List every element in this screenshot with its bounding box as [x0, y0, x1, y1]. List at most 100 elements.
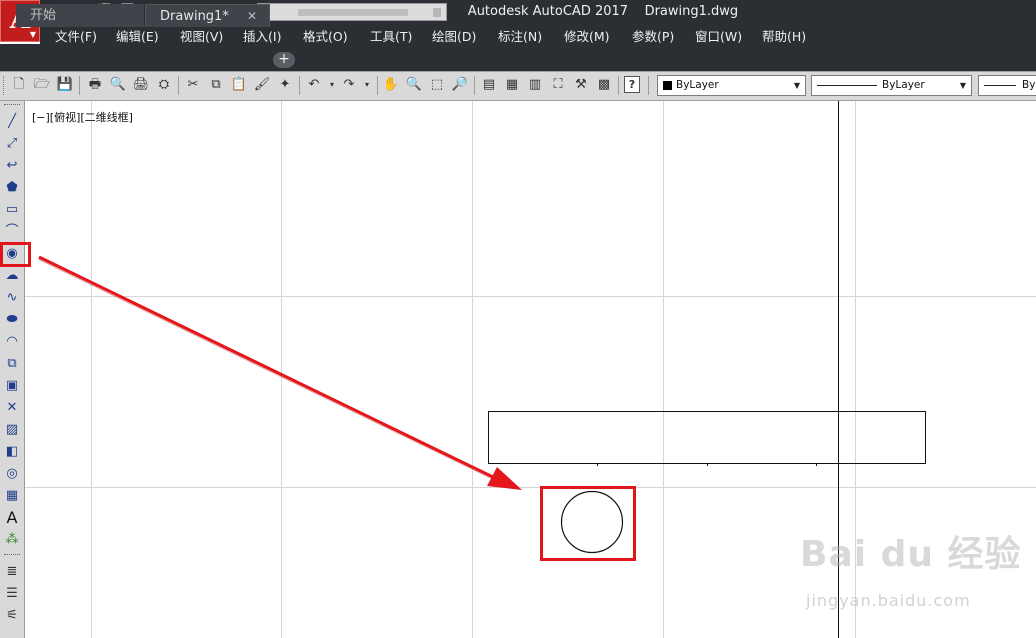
app-name: Autodesk AutoCAD 2017: [467, 4, 629, 19]
sheet-set-icon[interactable]: ⛶: [549, 76, 567, 94]
chevron-down-icon: ▼: [29, 29, 36, 39]
zoom-previous-icon[interactable]: 🔎: [451, 76, 469, 94]
pan-icon[interactable]: ✋: [382, 76, 400, 94]
annotation-arrow: [38, 255, 498, 481]
paste-icon[interactable]: 📋: [230, 76, 248, 94]
watermark-sub: jingyan.baidu.com: [806, 591, 971, 610]
toolbar-separator: [474, 76, 475, 95]
menu-dimension[interactable]: 标注(N): [498, 26, 542, 45]
close-icon[interactable]: ✕: [247, 5, 257, 28]
color-control-value: ByLayer: [676, 79, 719, 91]
chevron-down-icon: ▼: [793, 81, 801, 90]
open-icon[interactable]: 🗁: [33, 76, 51, 94]
watermark-main: Bai du 经验: [800, 534, 1022, 575]
markup-set-icon[interactable]: ⚒: [572, 76, 590, 94]
menu-view[interactable]: 视图(V): [180, 26, 223, 45]
spline-icon[interactable]: ∿: [3, 289, 21, 307]
menu-help[interactable]: 帮助(H): [762, 26, 806, 45]
line-icon[interactable]: ╱: [3, 113, 21, 131]
arrow-head: [487, 467, 522, 490]
3d-print-icon[interactable]: ⛭: [155, 76, 173, 94]
make-block-icon[interactable]: ▣: [3, 377, 21, 395]
point-icon[interactable]: ✕: [3, 399, 21, 417]
layer-icon[interactable]: ≣: [3, 563, 21, 581]
menu-modify[interactable]: 修改(M): [564, 26, 610, 45]
menu-window[interactable]: 窗口(W): [695, 26, 742, 45]
zoom-realtime-icon[interactable]: 🔍: [405, 76, 423, 94]
tool-palettes-icon[interactable]: ▥: [526, 76, 544, 94]
ellipse-icon[interactable]: ⬬: [3, 311, 21, 329]
add-selected-icon[interactable]: ⁂: [3, 531, 21, 549]
zoom-window-icon[interactable]: ⬚: [428, 76, 446, 94]
save-icon[interactable]: 💾: [56, 76, 74, 94]
qnew-icon[interactable]: 🗋: [10, 76, 28, 94]
viewport-controls[interactable]: [−][俯视][二维线框]: [32, 109, 133, 125]
toolbar-grip[interactable]: [4, 104, 20, 108]
menu-draw[interactable]: 绘图(D): [432, 26, 476, 45]
undo-dropdown-icon[interactable]: ▾: [323, 76, 341, 94]
ellipse-arc-icon[interactable]: ◠: [3, 333, 21, 351]
color-swatch: [663, 81, 672, 90]
chevron-down-icon: ▼: [959, 81, 967, 90]
layer-properties-icon[interactable]: ⚟: [3, 607, 21, 625]
drawn-rectangle: [488, 411, 926, 464]
properties-icon[interactable]: ▤: [480, 76, 498, 94]
document-name: Drawing1.dwg: [644, 4, 739, 19]
circle-highlight-box: [540, 486, 636, 561]
plot-preview-icon[interactable]: 🔍: [109, 76, 127, 94]
table-icon[interactable]: ▦: [3, 487, 21, 505]
redo-dropdown-icon[interactable]: ▾: [358, 76, 376, 94]
new-tab-button[interactable]: +: [273, 52, 295, 68]
polyline-icon[interactable]: ↩: [3, 157, 21, 175]
tab-start-label: 开始: [30, 8, 57, 23]
linetype-preview: [817, 85, 877, 86]
drawn-circle: [560, 490, 624, 554]
toolbar-separator: [377, 76, 378, 95]
menu-edit[interactable]: 编辑(E): [116, 26, 159, 45]
menu-tools[interactable]: 工具(T): [370, 26, 412, 45]
publish-icon[interactable]: 🖨: [132, 76, 150, 94]
plot-icon[interactable]: 🖶: [86, 76, 104, 94]
calculator-icon[interactable]: ▩: [595, 76, 613, 94]
tab-start[interactable]: 开始: [16, 4, 144, 27]
region-icon[interactable]: ◎: [3, 465, 21, 483]
design-center-icon[interactable]: ▦: [503, 76, 521, 94]
toolbar-separator: [79, 76, 80, 95]
polygon-icon[interactable]: ⬟: [3, 179, 21, 197]
match-properties-icon[interactable]: 🖌: [253, 76, 271, 94]
construction-line-icon[interactable]: ⤢: [3, 135, 21, 153]
menu-format[interactable]: 格式(O): [303, 26, 348, 45]
undo-icon[interactable]: ↶: [305, 76, 323, 94]
linetype-control-value: ByLayer: [882, 79, 925, 91]
insert-block-icon[interactable]: ⧉: [3, 355, 21, 373]
menu-file[interactable]: 文件(F): [55, 26, 97, 45]
toolbar-separator: [618, 76, 619, 95]
gradient-icon[interactable]: ◧: [3, 443, 21, 461]
color-control-combo[interactable]: ByLayer ▼: [657, 75, 806, 96]
arc-icon[interactable]: ⌒: [3, 223, 21, 241]
cut-icon[interactable]: ✂: [184, 76, 202, 94]
layer-states-icon[interactable]: ☰: [3, 585, 21, 603]
hatch-icon[interactable]: ▨: [3, 421, 21, 439]
toolbar-grip[interactable]: [4, 554, 20, 558]
menu-insert[interactable]: 插入(I): [243, 26, 281, 45]
menu-parametric[interactable]: 参数(P): [632, 26, 674, 45]
watermark: Bai du 经验: [800, 525, 1022, 577]
rectangle-icon[interactable]: ▭: [3, 201, 21, 219]
revision-cloud-icon[interactable]: ☁: [3, 267, 21, 285]
circle-tool-highlight: [0, 242, 31, 267]
lineweight-control-value: By: [1022, 79, 1036, 91]
tab-drawing1-label: Drawing1*: [160, 9, 229, 24]
toolbar-separator: [178, 76, 179, 95]
help-icon[interactable]: ?: [624, 76, 640, 93]
toolbar-separator: [648, 76, 649, 95]
copy-icon[interactable]: ⧉: [207, 76, 225, 94]
toolbar-grip[interactable]: [3, 76, 7, 95]
tab-drawing1[interactable]: Drawing1* ✕: [145, 4, 270, 27]
linetype-control-combo[interactable]: ByLayer ▼: [811, 75, 972, 96]
block-editor-icon[interactable]: ✦: [276, 76, 294, 94]
lineweight-control-combo[interactable]: By: [978, 75, 1036, 96]
lineweight-preview: [984, 85, 1016, 86]
redo-icon[interactable]: ↷: [340, 76, 358, 94]
multiline-text-icon[interactable]: A: [3, 509, 21, 527]
